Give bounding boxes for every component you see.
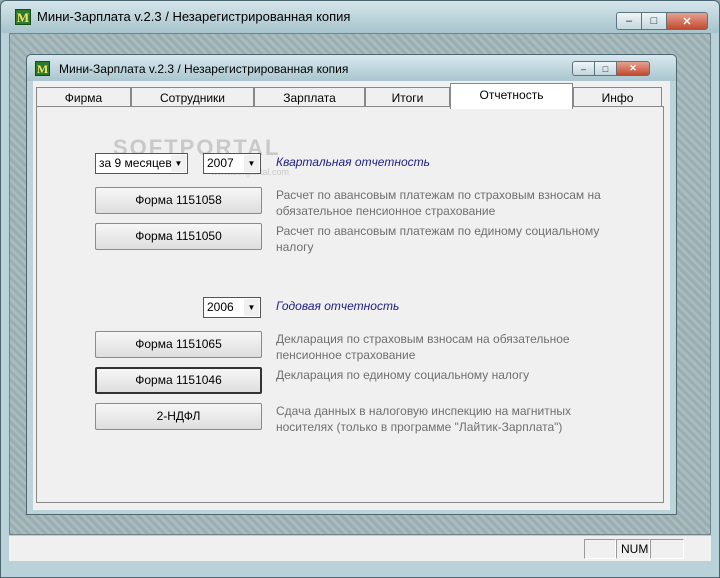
inner-titlebar[interactable]: М Мини-Зарплата v.2.3 / Незарегистрирова… [27, 55, 676, 81]
annual-year-select[interactable]: 2006 ▼ [203, 297, 261, 318]
status-cell-empty [584, 539, 616, 559]
annual-section-title: Годовая отчетность [276, 299, 400, 313]
inner-window-controls: – □ ✕ [572, 61, 650, 76]
ndfl-2-button[interactable]: 2-НДФЛ [95, 403, 262, 430]
tab-reports[interactable]: Отчетность [450, 83, 573, 109]
quarter-year-value: 2007 [207, 156, 234, 170]
ndfl-2-description: Сдача данных в налоговую инспекцию на ма… [276, 404, 571, 434]
chevron-down-icon[interactable]: ▼ [244, 155, 259, 172]
status-bar: NUM [9, 535, 711, 561]
form-1151065-description: Декларация по страховым взносам на обяза… [276, 332, 570, 362]
inner-window: М Мини-Зарплата v.2.3 / Незарегистрирова… [26, 54, 677, 515]
inner-app-logo-icon: М [35, 61, 50, 76]
form-1151058-button[interactable]: Форма 1151058 [95, 187, 262, 214]
maximize-button[interactable]: □ [641, 12, 666, 30]
inner-close-button[interactable]: ✕ [616, 61, 650, 76]
quarter-period-select[interactable]: за 9 месяцев ▼ [95, 153, 188, 174]
chevron-down-icon[interactable]: ▼ [171, 155, 186, 172]
form-1151065-button[interactable]: Форма 1151065 [95, 331, 262, 358]
form-1151050-description: Расчет по авансовым платежам по единому … [276, 224, 600, 254]
close-button[interactable]: ✕ [666, 12, 708, 30]
window-title: Мини-Зарплата v.2.3 / Незарегистрированн… [37, 9, 351, 24]
annual-year-value: 2006 [207, 300, 234, 314]
status-cell-scroll [650, 539, 684, 559]
inner-window-title: Мини-Зарплата v.2.3 / Незарегистрированн… [59, 62, 349, 76]
inner-maximize-button[interactable]: □ [594, 61, 616, 76]
form-1151058-description: Расчет по авансовым платежам по страховы… [276, 188, 601, 218]
quarterly-section-title: Квартальная отчетность [276, 155, 430, 169]
quarter-year-select[interactable]: 2007 ▼ [203, 153, 261, 174]
app-logo-icon: М [15, 9, 31, 25]
outer-window-controls: – □ ✕ [616, 12, 708, 30]
quarter-period-value: за 9 месяцев [99, 156, 172, 170]
outer-titlebar[interactable]: М Мини-Зарплата v.2.3 / Незарегистрирова… [1, 1, 719, 33]
form-1151050-button[interactable]: Форма 1151050 [95, 223, 262, 250]
chevron-down-icon[interactable]: ▼ [244, 299, 259, 316]
status-num: NUM [616, 539, 650, 559]
tab-bar: Фирма Сотрудники Зарплата Итоги Отчетнос… [33, 83, 670, 109]
minimize-button[interactable]: – [616, 12, 641, 30]
form-1151046-description: Декларация по единому социальному налогу [276, 368, 530, 382]
inner-minimize-button[interactable]: – [572, 61, 594, 76]
form-1151046-button[interactable]: Форма 1151046 [95, 367, 262, 394]
outer-window: М Мини-Зарплата v.2.3 / Незарегистрирова… [0, 0, 720, 578]
